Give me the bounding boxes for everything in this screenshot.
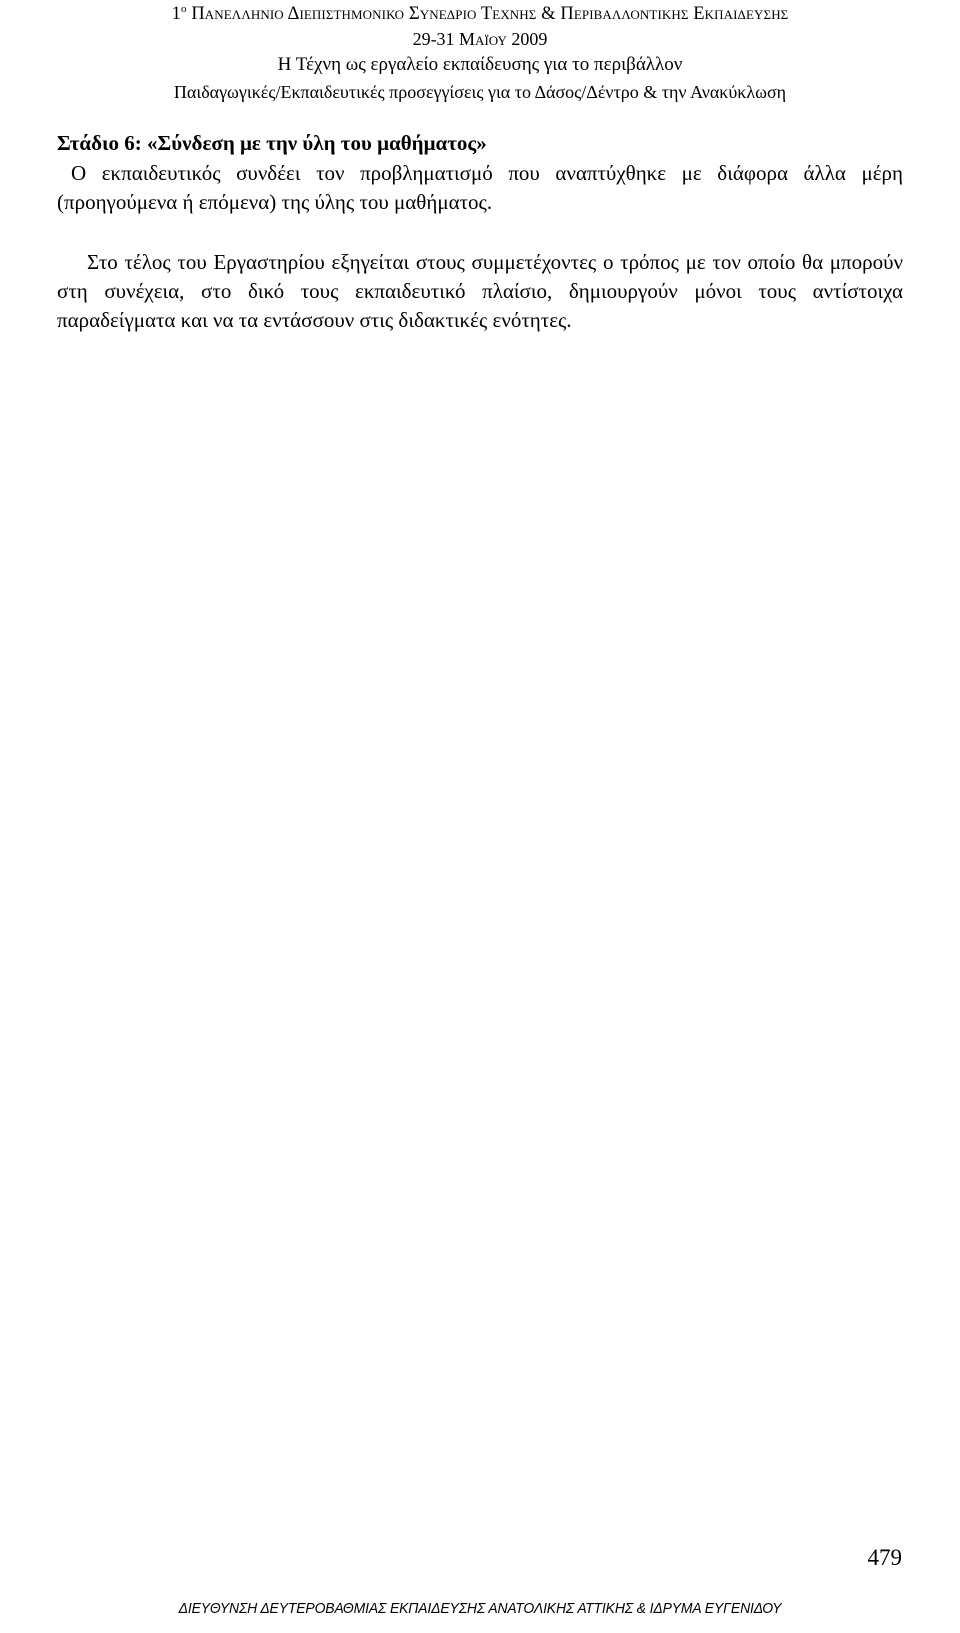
header-conference-subtitle: Η Τέχνη ως εργαλείο εκπαίδευσης για το π… xyxy=(277,54,683,76)
page-number: 479 xyxy=(867,1545,903,1570)
header-conference-dates: 29-31 Μαΐου 2009 xyxy=(412,28,548,49)
page-content: Στάδιο 6: «Σύνδεση με την ύλη του μαθήμα… xyxy=(57,130,903,335)
closing-paragraph: Στο τέλος του Εργαστηρίου εξηγείται στου… xyxy=(57,249,903,332)
header-conference-title-text: Πανελλήνιο Διεπιστημονικό Συνέδριο Τέχνη… xyxy=(186,4,789,25)
document-page: 1ο Πανελλήνιο Διεπιστημονικό Συνέδριο Τέ… xyxy=(0,0,960,1633)
stage-description-paragraph: Ο εκπαιδευτικός συνδέει τον προβληματισμ… xyxy=(57,160,903,214)
header-ordinal-number: 1 xyxy=(171,4,181,25)
running-header: 1ο Πανελλήνιο Διεπιστημονικό Συνέδριο Τέ… xyxy=(0,0,960,103)
header-conference-title: 1ο Πανελλήνιο Διεπιστημονικό Συνέδριο Τέ… xyxy=(0,0,960,26)
header-conference-theme: Παιδαγωγικές/Εκπαιδευτικές προσεγγίσεις … xyxy=(173,81,787,102)
stage-heading: Στάδιο 6: «Σύνδεση με την ύλη του μαθήμα… xyxy=(57,131,487,155)
running-footer: ΔΙΕΥΘΥΝΣΗ ΔΕΥΤΕΡΟΒΑΘΜΙΑΣ ΕΚΠΑΙΔΕΥΣΗΣ ΑΝΑ… xyxy=(178,1600,782,1617)
